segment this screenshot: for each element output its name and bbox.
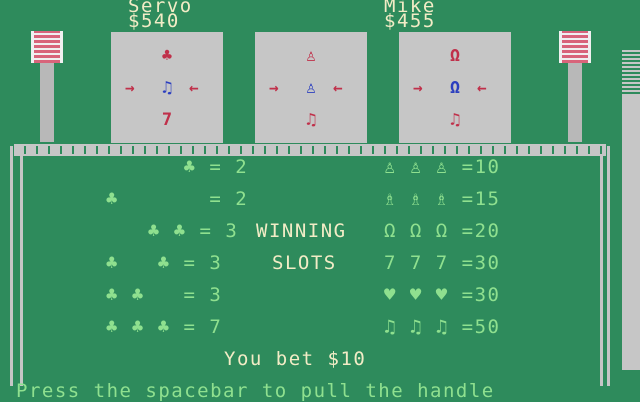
- payout-left-row: ♣ ♣ = 3: [96, 220, 239, 242]
- panel-right-rail: [600, 156, 603, 386]
- payout-right-row: ♫ ♫ ♫ =50: [384, 316, 501, 338]
- right-lever-post: [568, 62, 582, 142]
- panel-divider: [14, 144, 606, 156]
- scrollbar[interactable]: [622, 48, 640, 370]
- payout-left-row: ♣ ♣ = 3: [80, 252, 223, 274]
- reel-3-bottom-symbol: ♫: [449, 110, 461, 130]
- reel-2-top-symbol: ♙: [305, 46, 317, 66]
- payout-right-row: ♗ ♗ ♗ =15: [384, 188, 501, 210]
- title-slots: SLOTS: [272, 252, 337, 274]
- payout-left-row: ♣ = 2: [80, 188, 249, 210]
- left-arrow-icon: ←: [333, 78, 343, 97]
- payout-left-row: ♣ ♣ ♣ = 7: [80, 316, 223, 338]
- payout-right-row: 7 7 7 =30: [384, 252, 501, 274]
- player2-money: $455: [384, 10, 436, 32]
- right-arrow-icon: →: [269, 78, 279, 97]
- right-arrow-icon: →: [125, 78, 135, 97]
- reel-3-top-symbol: Ω: [449, 46, 461, 66]
- reel-1-bottom-symbol: 7: [161, 110, 173, 130]
- payout-left-row: ♣ = 2: [80, 156, 249, 178]
- reel-2-middle-symbol: ♙: [305, 78, 317, 98]
- player1-money: $540: [128, 10, 180, 32]
- reel-3-middle-symbol: Ω: [449, 78, 461, 98]
- right-lever-knob[interactable]: [559, 31, 591, 63]
- reel-2: ♙ → ♙ ← ♫: [255, 32, 367, 143]
- payout-left-row: ♣ ♣ = 3: [80, 284, 223, 306]
- reel-2-bottom-symbol: ♫: [305, 110, 317, 130]
- scrollbar-grip[interactable]: [622, 48, 640, 94]
- payout-right-row: ♙ ♙ ♙ =10: [384, 156, 501, 178]
- title-winning: WINNING: [256, 220, 347, 242]
- instruction-prompt: Press the spacebar to pull the handle: [16, 380, 495, 402]
- panel-left-rail: [20, 156, 23, 386]
- reel-1-top-symbol: ♣: [161, 46, 173, 66]
- left-lever-knob[interactable]: [31, 31, 63, 63]
- payout-right-row: Ω Ω Ω =20: [384, 220, 501, 242]
- left-arrow-icon: ←: [189, 78, 199, 97]
- right-arrow-icon: →: [413, 78, 423, 97]
- left-lever-post: [40, 62, 54, 142]
- bet-amount: You bet $10: [224, 348, 367, 370]
- reel-1: ♣ → ♫ ← 7: [111, 32, 223, 143]
- reel-3: Ω → Ω ← ♫: [399, 32, 511, 143]
- left-arrow-icon: ←: [477, 78, 487, 97]
- payout-right-row: ♥ ♥ ♥ =30: [384, 284, 501, 306]
- reel-1-middle-symbol: ♫: [161, 78, 173, 98]
